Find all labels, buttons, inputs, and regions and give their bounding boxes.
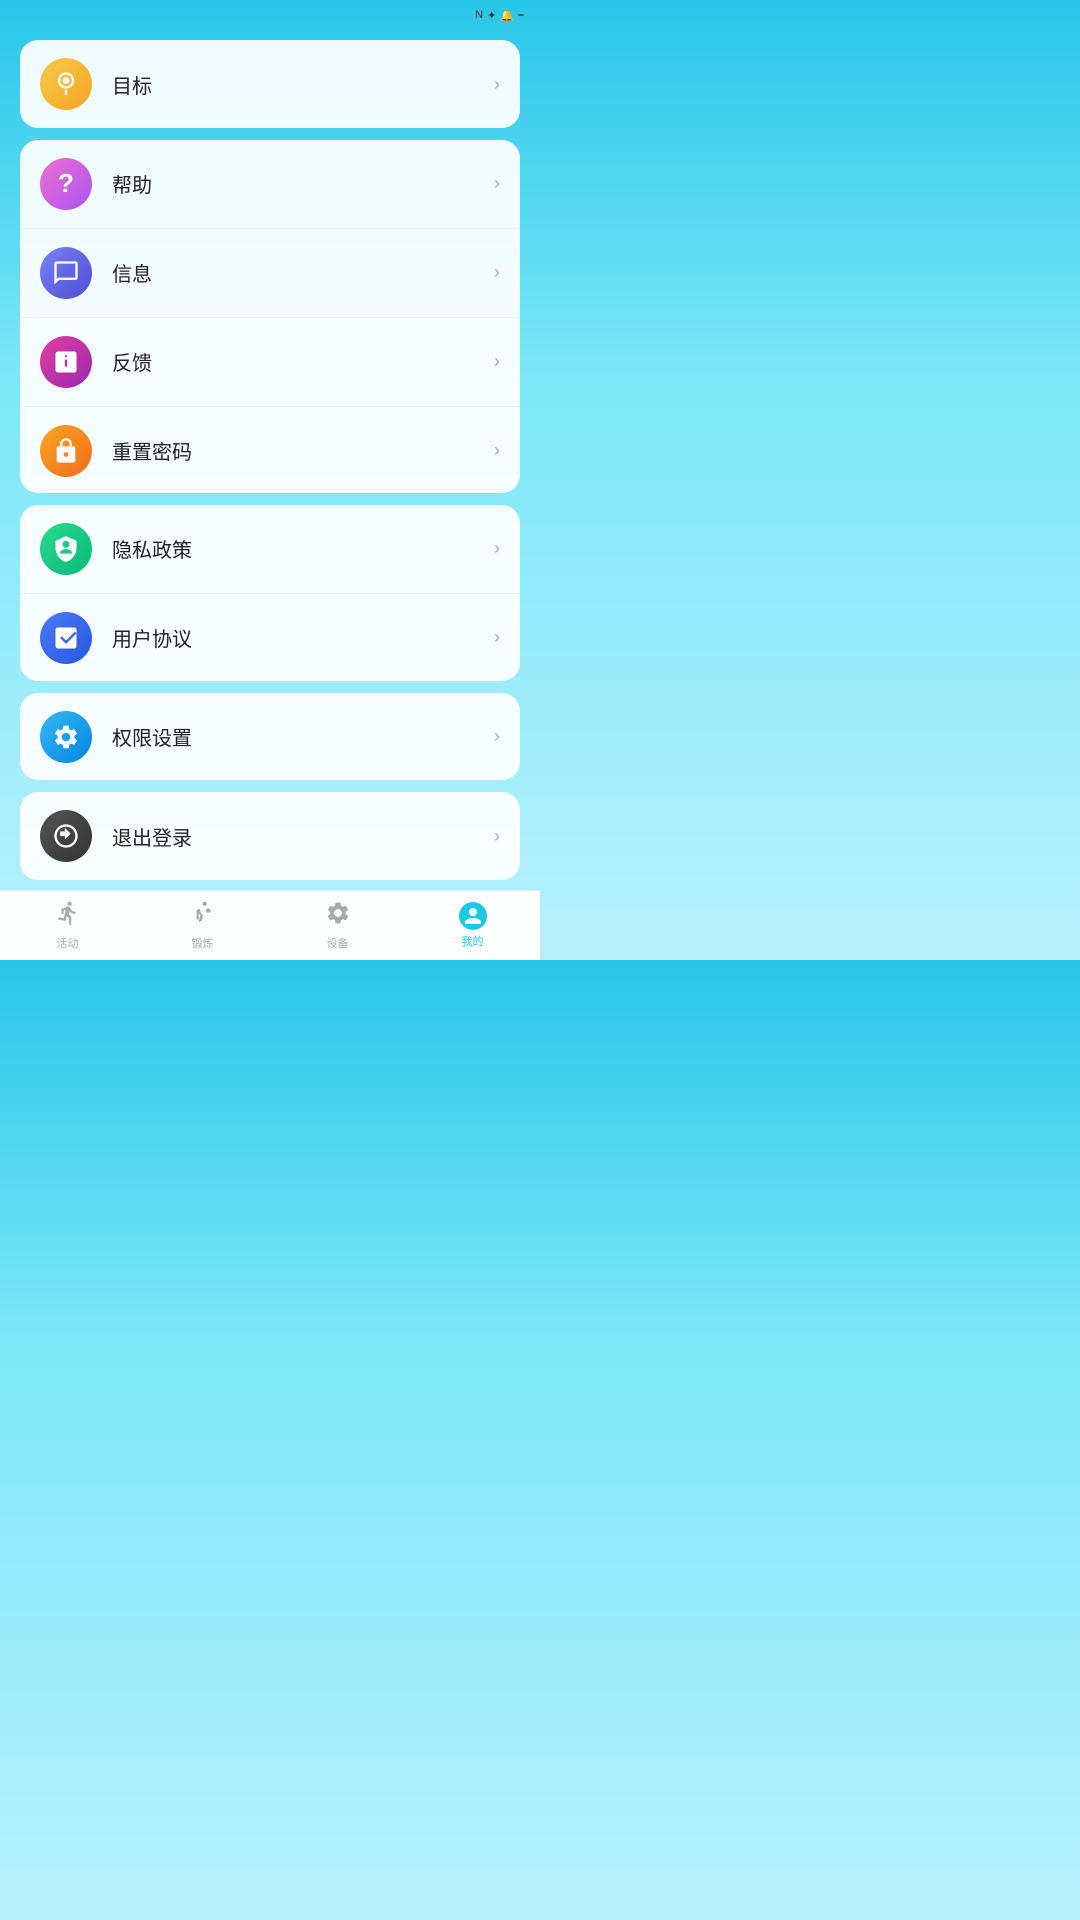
help-chevron: › [494,173,500,194]
menu-item-goal[interactable]: 目标› [20,40,520,128]
feedback-chevron: › [494,351,500,372]
nav-item-mine[interactable]: 我的 [405,902,540,949]
goal-label: 目标 [112,70,494,99]
perm-chevron: › [494,726,500,747]
reset-chevron: › [494,440,500,461]
menu-group-group4: 权限设置› [20,693,520,781]
logout-icon [40,810,92,862]
menu-group-group5: 退出登录› [20,792,520,880]
status-bar: N ✦ 🔔 [0,0,540,30]
perm-label: 权限设置 [112,722,494,751]
reset-icon [40,425,92,477]
goal-icon [40,58,92,110]
alarm-icon: 🔔 [500,9,514,22]
menu-item-reset[interactable]: 重置密码› [20,406,520,493]
menu-item-message[interactable]: 信息› [20,228,520,317]
nav-label-exercise: 锻炼 [192,935,214,951]
menu-item-feedback[interactable]: 反馈› [20,317,520,406]
menu-item-privacy[interactable]: 隐私政策› [20,505,520,593]
privacy-chevron: › [494,538,500,559]
help-icon: ? [40,158,92,210]
menu-item-perm[interactable]: 权限设置› [20,693,520,781]
menu-group-group2: ?帮助›信息›反馈›重置密码› [20,140,520,493]
nav-item-device[interactable]: 设备 [270,900,405,951]
bottom-nav: 活动 锻炼 设备 我的 [0,890,540,960]
menu-group-group3: 隐私政策›用户协议› [20,505,520,681]
terms-label: 用户协议 [112,623,494,652]
terms-chevron: › [494,627,500,648]
perm-icon [40,711,92,763]
feedback-label: 反馈 [112,347,494,376]
menu-item-logout[interactable]: 退出登录› [20,792,520,880]
privacy-icon [40,523,92,575]
goal-chevron: › [494,74,500,95]
message-chevron: › [494,262,500,283]
message-label: 信息 [112,258,494,287]
nav-item-activity[interactable]: 活动 [0,900,135,951]
bluetooth-icon: ✦ [487,9,496,22]
privacy-label: 隐私政策 [112,534,494,563]
terms-icon [40,612,92,664]
logout-label: 退出登录 [112,822,494,851]
nav-avatar [459,902,487,930]
nav-icon-exercise [190,900,216,932]
nav-label-mine: 我的 [462,933,484,949]
menu-scroll-area: 目标›?帮助›信息›反馈›重置密码›隐私政策›用户协议›权限设置›退出登录› [0,30,540,890]
reset-label: 重置密码 [112,436,494,465]
nfc-icon: N [475,9,483,21]
help-label: 帮助 [112,169,494,198]
menu-item-terms[interactable]: 用户协议› [20,593,520,681]
message-icon [40,247,92,299]
battery-icon [518,14,524,16]
nav-icon-device [325,900,351,932]
nav-label-device: 设备 [327,935,349,951]
menu-item-help[interactable]: ? 帮助› [20,140,520,228]
nav-item-exercise[interactable]: 锻炼 [135,900,270,951]
menu-group-group1: 目标› [20,40,520,128]
feedback-icon [40,336,92,388]
nav-label-activity: 活动 [57,935,79,951]
nav-icon-activity [55,900,81,932]
logout-chevron: › [494,826,500,847]
status-icons: N ✦ 🔔 [475,9,528,22]
